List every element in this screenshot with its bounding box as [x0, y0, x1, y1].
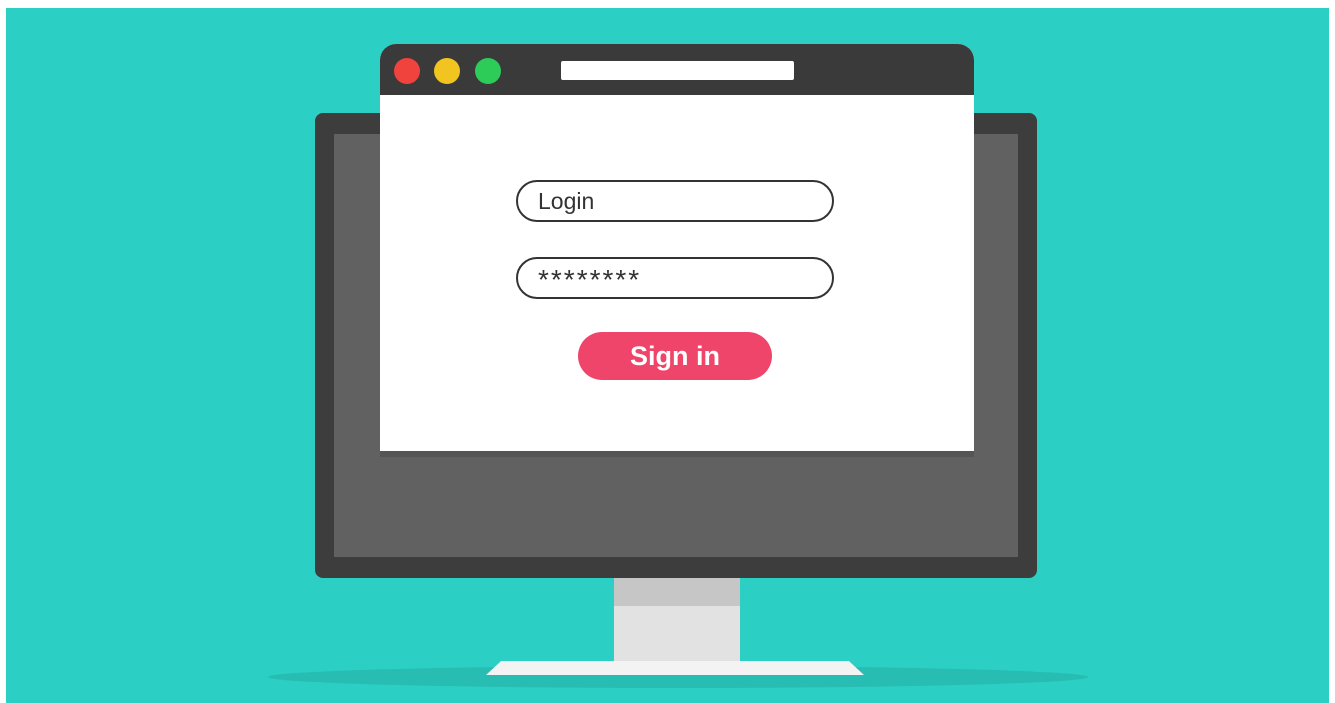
password-field-value: ******** [538, 264, 642, 295]
sign-in-button[interactable]: Sign in [578, 332, 772, 380]
password-field[interactable]: ******** [516, 257, 834, 299]
address-bar[interactable] [561, 61, 794, 80]
login-field[interactable]: Login [516, 180, 834, 222]
minimize-dot-icon[interactable] [434, 58, 460, 84]
monitor-stand-base [486, 661, 864, 675]
sign-in-button-label: Sign in [630, 341, 720, 371]
monitor-neck-shadow [614, 578, 740, 606]
browser-window: Login ******** Sign in [380, 44, 974, 451]
browser-titlebar [380, 44, 974, 95]
monitor-stand-neck [614, 606, 740, 662]
login-field-value: Login [538, 188, 595, 214]
illustration-background: Login ******** Sign in [6, 8, 1329, 703]
close-dot-icon[interactable] [394, 58, 420, 84]
maximize-dot-icon[interactable] [475, 58, 501, 84]
